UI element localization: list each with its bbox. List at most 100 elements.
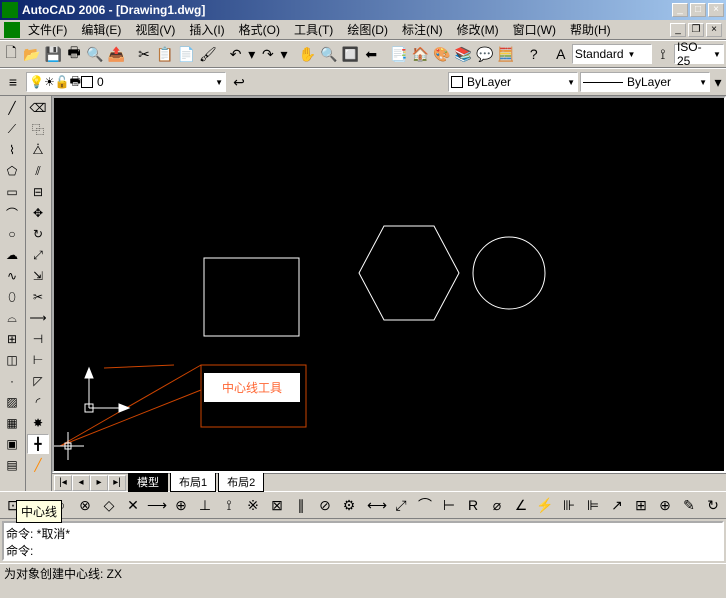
- tab-next-button[interactable]: ▸: [90, 475, 108, 491]
- dimstyle-icon[interactable]: ⟟: [654, 43, 672, 65]
- rectangle-icon[interactable]: ▭: [1, 182, 23, 202]
- menu-window[interactable]: 窗口(W): [507, 19, 562, 40]
- erase-icon[interactable]: ⌫: [27, 98, 49, 118]
- dim-baseline-icon[interactable]: ⊪: [558, 494, 580, 516]
- ellipse-icon[interactable]: ⬯: [1, 287, 23, 307]
- revcloud-icon[interactable]: ☁: [1, 245, 23, 265]
- menu-draw[interactable]: 绘图(D): [341, 19, 394, 40]
- ellipse-arc-icon[interactable]: ⌓: [1, 308, 23, 328]
- osnap-perp-icon[interactable]: ⊥: [194, 494, 216, 516]
- cut-icon[interactable]: ✂: [135, 43, 153, 65]
- break-icon[interactable]: ⊣: [27, 329, 49, 349]
- dim-linear-icon[interactable]: ⟷: [366, 494, 388, 516]
- tab-layout1[interactable]: 布局1: [170, 473, 216, 492]
- undo-icon[interactable]: ↶: [227, 43, 245, 65]
- region-icon[interactable]: ▣: [1, 434, 23, 454]
- pline-icon[interactable]: ⌇: [1, 140, 23, 160]
- dim-center-icon[interactable]: ⊕: [654, 494, 676, 516]
- arc-icon[interactable]: ⌒: [1, 203, 23, 223]
- menu-modify[interactable]: 修改(M): [451, 19, 505, 40]
- move-icon[interactable]: ✥: [27, 203, 49, 223]
- redo-dropdown-icon[interactable]: ▾: [279, 43, 289, 65]
- calc-icon[interactable]: 🧮: [496, 43, 515, 65]
- copy-icon[interactable]: 📋: [155, 43, 174, 65]
- toolpalette-icon[interactable]: 🎨: [432, 43, 451, 65]
- osnap-intersect-icon[interactable]: ✕: [122, 494, 144, 516]
- osnap-insert-icon[interactable]: ⊕: [170, 494, 192, 516]
- osnap-quadrant-icon[interactable]: ◇: [98, 494, 120, 516]
- menu-edit[interactable]: 编辑(E): [75, 19, 127, 40]
- tool-icon[interactable]: ╱: [27, 455, 49, 475]
- open-icon[interactable]: 📂: [22, 43, 41, 65]
- dim-edit-icon[interactable]: ✎: [678, 494, 700, 516]
- lineweight-dropdown-icon[interactable]: ▾: [712, 71, 724, 93]
- menu-format[interactable]: 格式(O): [233, 19, 286, 40]
- centerline-icon[interactable]: ╋: [27, 434, 49, 454]
- new-icon[interactable]: 🗋: [2, 43, 20, 65]
- explode-icon[interactable]: ✸: [27, 413, 49, 433]
- tab-prev-button[interactable]: ◂: [72, 475, 90, 491]
- osnap-parallel-icon[interactable]: ∥: [290, 494, 312, 516]
- offset-icon[interactable]: ⫽: [27, 161, 49, 181]
- osnap-none-icon[interactable]: ⊘: [314, 494, 336, 516]
- markup-icon[interactable]: 💬: [475, 43, 494, 65]
- sheetset-icon[interactable]: 📚: [454, 43, 473, 65]
- array-icon[interactable]: ⊟: [27, 182, 49, 202]
- gradient-icon[interactable]: ▦: [1, 413, 23, 433]
- menu-insert[interactable]: 插入(I): [183, 19, 230, 40]
- fillet-icon[interactable]: ◜: [27, 392, 49, 412]
- zoom-window-icon[interactable]: 🔲: [341, 43, 360, 65]
- properties-icon[interactable]: 📑: [389, 43, 408, 65]
- textstyle-combo[interactable]: Standard▼: [572, 44, 652, 64]
- osnap-appint-icon[interactable]: ⊠: [266, 494, 288, 516]
- menu-file[interactable]: 文件(F): [22, 19, 73, 40]
- doc-minimize-button[interactable]: _: [670, 23, 686, 37]
- designcenter-icon[interactable]: 🏠: [411, 43, 430, 65]
- dim-arc-icon[interactable]: ⌒: [414, 494, 436, 516]
- undo-dropdown-icon[interactable]: ▾: [247, 43, 257, 65]
- color-combo[interactable]: ByLayer▼: [448, 72, 578, 92]
- make-block-icon[interactable]: ◫: [1, 350, 23, 370]
- zoom-icon[interactable]: 🔍: [319, 43, 338, 65]
- menu-help[interactable]: 帮助(H): [564, 19, 617, 40]
- layer-manager-icon[interactable]: ≡: [2, 71, 24, 93]
- tab-last-button[interactable]: ▸|: [108, 475, 126, 491]
- maximize-button[interactable]: □: [690, 3, 706, 17]
- osnap-node-icon[interactable]: ⊗: [74, 494, 96, 516]
- tab-model[interactable]: 模型: [128, 473, 168, 492]
- command-window[interactable]: 命令: *取消* 命令:: [2, 521, 724, 561]
- chamfer-icon[interactable]: ◸: [27, 371, 49, 391]
- layer-prev-icon[interactable]: ↩: [228, 71, 250, 93]
- dim-ordinate-icon[interactable]: ⊢: [438, 494, 460, 516]
- plot-icon[interactable]: 🖶: [65, 43, 83, 65]
- dim-angular-icon[interactable]: ∠: [510, 494, 532, 516]
- dimstyle-combo[interactable]: ISO-25▼: [674, 44, 724, 64]
- dim-leader-icon[interactable]: ↗: [606, 494, 628, 516]
- mirror-icon[interactable]: ⧊: [27, 140, 49, 160]
- dim-radius-icon[interactable]: R: [462, 494, 484, 516]
- polygon-icon[interactable]: ⬠: [1, 161, 23, 181]
- dim-aligned-icon[interactable]: ⤢: [390, 494, 412, 516]
- osnap-settings-icon[interactable]: ⚙: [338, 494, 360, 516]
- circle-icon[interactable]: ○: [1, 224, 23, 244]
- linetype-combo[interactable]: ByLayer▼: [580, 72, 710, 92]
- preview-icon[interactable]: 🔍: [85, 43, 104, 65]
- join-icon[interactable]: ⊢: [27, 350, 49, 370]
- extend-icon[interactable]: ⟶: [27, 308, 49, 328]
- doc-close-button[interactable]: ×: [706, 23, 722, 37]
- scale-icon[interactable]: ⤢: [27, 245, 49, 265]
- trim-icon[interactable]: ✂: [27, 287, 49, 307]
- osnap-tangent-icon[interactable]: ⟟: [218, 494, 240, 516]
- dim-quick-icon[interactable]: ⚡: [534, 494, 556, 516]
- rotate-icon[interactable]: ↻: [27, 224, 49, 244]
- doc-restore-button[interactable]: ❐: [688, 23, 704, 37]
- save-icon[interactable]: 💾: [44, 43, 63, 65]
- line-icon[interactable]: ╱: [1, 98, 23, 118]
- dim-continue-icon[interactable]: ⊫: [582, 494, 604, 516]
- copy-obj-icon[interactable]: ⿻: [27, 119, 49, 139]
- osnap-nearest-icon[interactable]: ※: [242, 494, 264, 516]
- pan-icon[interactable]: ✋: [298, 43, 317, 65]
- zoom-prev-icon[interactable]: ⬅: [362, 43, 380, 65]
- spline-icon[interactable]: ∿: [1, 266, 23, 286]
- stretch-icon[interactable]: ⇲: [27, 266, 49, 286]
